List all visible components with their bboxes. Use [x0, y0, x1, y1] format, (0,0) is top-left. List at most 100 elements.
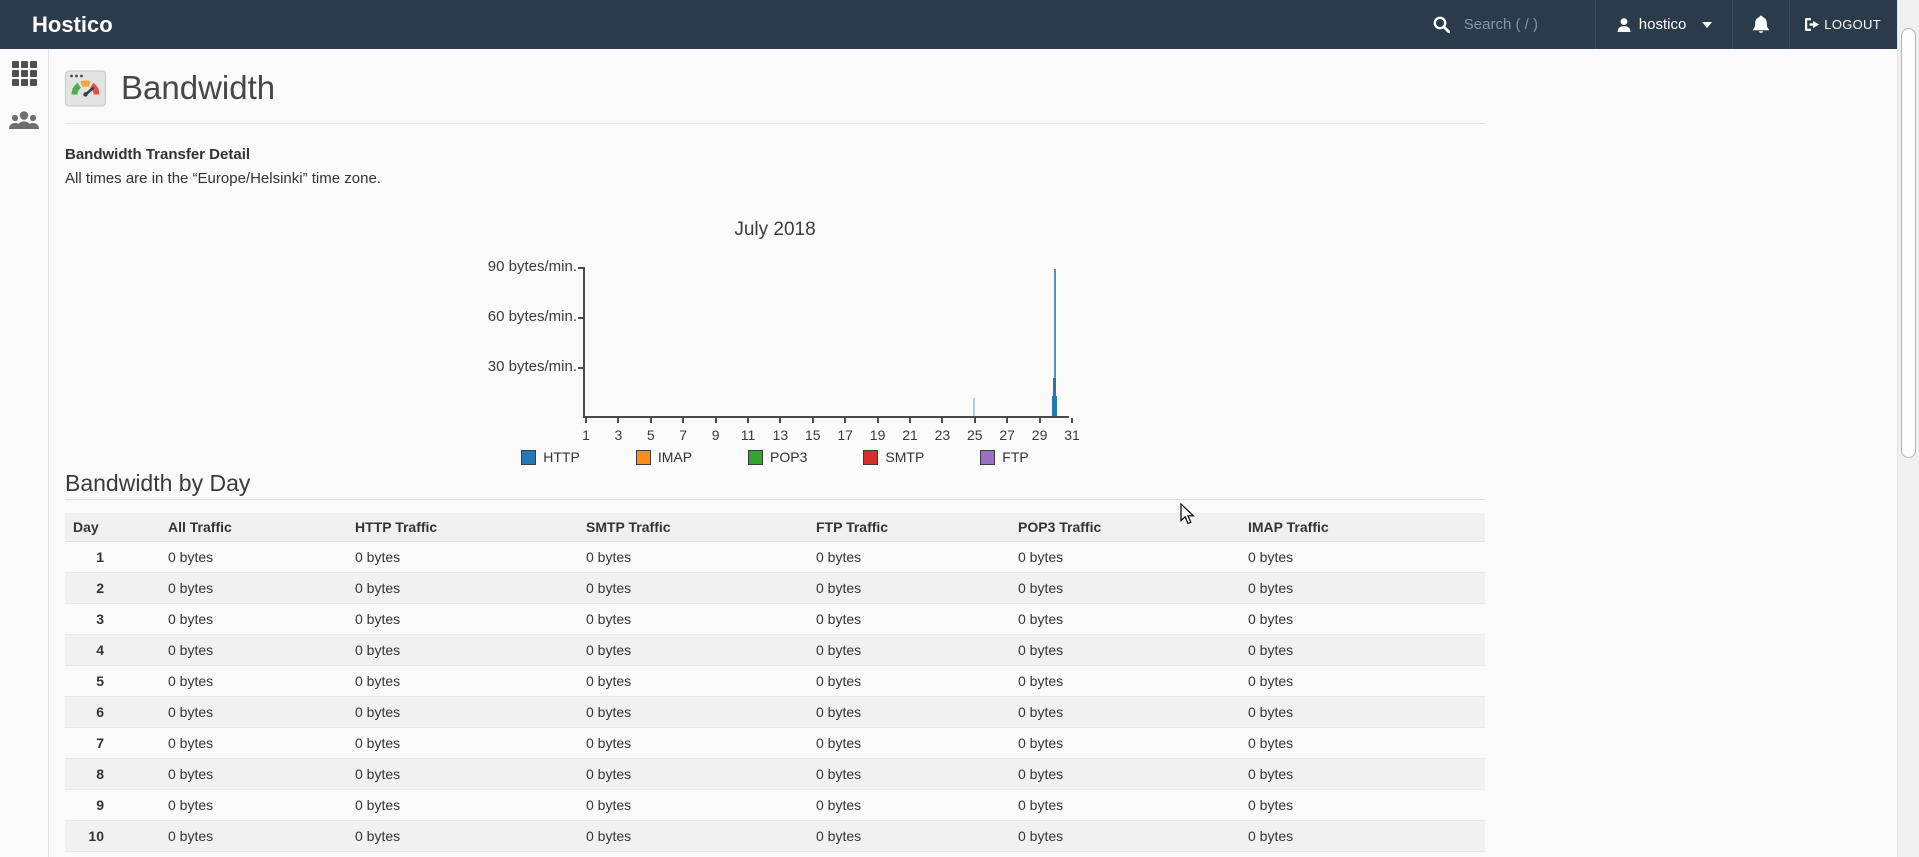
col-imap: IMAP Traffic — [1240, 513, 1485, 542]
navbar-right: Search ( / ) hostico LOGOUT — [1427, 0, 1897, 49]
scrollbar-thumb[interactable] — [1901, 28, 1916, 458]
x-axis-label: 23 — [934, 427, 951, 443]
x-axis-tick — [1071, 418, 1073, 423]
col-ftp: FTP Traffic — [808, 513, 1010, 542]
x-axis-label: 11 — [740, 427, 756, 443]
table-row: 10 0 bytes 0 bytes 0 bytes 0 bytes 0 bytes 0 b… — [65, 820, 1485, 852]
traffic-cell: 0 bytes — [347, 665, 578, 697]
day-cell: 5 — [65, 665, 160, 697]
x-axis-label: 15 — [805, 427, 821, 443]
traffic-cell: 0 bytes — [808, 634, 1010, 666]
traffic-cell: 0 bytes — [160, 820, 347, 852]
traffic-cell: 0 bytes — [578, 789, 808, 821]
x-axis-label: 13 — [772, 427, 789, 443]
traffic-cell: 0 bytes — [1010, 727, 1240, 759]
pop3-swatch-icon — [748, 449, 764, 465]
day-cell: 7 — [65, 727, 160, 759]
x-axis-tick — [682, 418, 685, 423]
x-axis-label: 31 — [1064, 427, 1080, 443]
traffic-cell: 0 bytes — [578, 820, 808, 852]
user-icon — [1616, 17, 1632, 33]
bandwidth-icon — [65, 70, 106, 107]
top-navbar: Hostico Search ( / ) hostico LOGOUT — [0, 0, 1897, 49]
traffic-cell: 0 bytes — [1240, 603, 1485, 635]
smtp-swatch-icon — [863, 449, 879, 465]
table-row: 80 bytes 0 bytes 0 bytes 0 bytes 0 bytes 0 by… — [65, 758, 1485, 790]
x-axis-label: 9 — [711, 427, 720, 443]
traffic-cell: 0 bytes — [1240, 665, 1485, 697]
legend-label: FTP — [1002, 449, 1029, 465]
sidebar — [0, 49, 49, 857]
traffic-cell: 0 bytes — [160, 789, 347, 821]
user-menu[interactable]: hostico — [1596, 0, 1733, 49]
table-row: 50 bytes 0 bytes 0 bytes 0 bytes 0 bytes 0 by… — [65, 665, 1485, 697]
y-axis-tick — [578, 367, 585, 369]
chart-title: July 2018 — [734, 219, 816, 240]
main-content: Bandwidth Bandwidth Transfer Detail All … — [65, 49, 1485, 852]
traffic-cell: 0 bytes — [1010, 634, 1240, 666]
x-axis-tick — [585, 418, 587, 423]
x-axis-label: 29 — [1031, 427, 1048, 443]
traffic-cell: 0 bytes — [347, 789, 578, 821]
day-cell: 10 — [65, 820, 160, 852]
legend-entry-smtp: SMTP — [863, 449, 924, 465]
traffic-cell: 0 bytes — [808, 572, 1010, 604]
y-axis-label: 60 bytes/min. — [487, 308, 577, 325]
day-cell: 9 — [65, 789, 160, 821]
day-cell: 2 — [65, 572, 160, 604]
x-axis-tick — [941, 418, 944, 423]
y-axis-tick — [578, 317, 585, 319]
x-axis-tick — [617, 418, 620, 423]
y-axis-tick — [578, 267, 585, 269]
traffic-cell: 0 bytes — [808, 789, 1010, 821]
caret-down-icon — [1702, 21, 1713, 28]
traffic-cell: 0 bytes — [1240, 634, 1485, 666]
vertical-scrollbar[interactable] — [1897, 0, 1919, 857]
col-all: All Traffic — [160, 513, 347, 542]
x-axis-tick — [649, 418, 652, 423]
bandwidth-chart: July 2018 90 bytes/min. 60 bytes/min. 30… — [65, 197, 1485, 469]
traffic-cell: 0 bytes — [808, 603, 1010, 635]
x-axis-label: 21 — [902, 427, 918, 443]
table-row: 20 bytes 0 bytes 0 bytes 0 bytes 0 bytes 0 by… — [65, 572, 1485, 604]
brand-logo[interactable]: Hostico — [0, 12, 113, 38]
traffic-cell: 0 bytes — [347, 727, 578, 759]
table-row: 30 bytes 0 bytes 0 bytes 0 bytes 0 bytes 0 by… — [65, 603, 1485, 635]
search-box[interactable]: Search ( / ) — [1427, 0, 1595, 49]
traffic-cell: 0 bytes — [160, 603, 347, 635]
traffic-cell: 0 bytes — [347, 603, 578, 635]
legend-label: POP3 — [770, 449, 808, 465]
day-cell: 8 — [65, 758, 160, 790]
traffic-cell: 0 bytes — [347, 758, 578, 790]
traffic-cell: 0 bytes — [160, 696, 347, 728]
traffic-cell: 0 bytes — [160, 758, 347, 790]
page-header: Bandwidth — [65, 66, 1485, 110]
traffic-cell: 0 bytes — [160, 541, 347, 573]
table-row: 60 bytes 0 bytes 0 bytes 0 bytes 0 bytes 0 by… — [65, 696, 1485, 728]
ftp-swatch-icon — [980, 449, 996, 465]
traffic-cell: 0 bytes — [1010, 541, 1240, 573]
chart-plot-area: 90 bytes/min. 60 bytes/min. 30 bytes/min… — [488, 259, 1080, 444]
day-cell: 4 — [65, 634, 160, 666]
apps-grid-icon[interactable] — [12, 61, 37, 86]
notifications-button[interactable] — [1733, 0, 1789, 49]
traffic-cell: 0 bytes — [1240, 758, 1485, 790]
traffic-cell: 0 bytes — [578, 758, 808, 790]
traffic-cell: 0 bytes — [578, 572, 808, 604]
logout-button[interactable]: LOGOUT — [1790, 0, 1897, 49]
y-axis-label: 90 bytes/min. — [487, 258, 577, 275]
day-cell: 1 — [65, 541, 160, 573]
day-cell: 3 — [65, 603, 160, 635]
traffic-cell: 0 bytes — [808, 665, 1010, 697]
legend-label: HTTP — [543, 449, 580, 465]
table-row: 40 bytes 0 bytes 0 bytes 0 bytes 0 bytes 0 by… — [65, 634, 1485, 666]
imap-swatch-icon — [635, 449, 651, 465]
section-heading: Bandwidth Transfer Detail — [65, 146, 251, 163]
traffic-cell: 0 bytes — [578, 634, 808, 666]
x-axis-tick — [844, 418, 847, 423]
traffic-cell: 0 bytes — [1010, 789, 1240, 821]
traffic-cell: 0 bytes — [160, 665, 347, 697]
traffic-cell: 0 bytes — [1240, 541, 1485, 573]
traffic-cell: 0 bytes — [1010, 758, 1240, 790]
user-manager-icon[interactable] — [8, 109, 40, 131]
